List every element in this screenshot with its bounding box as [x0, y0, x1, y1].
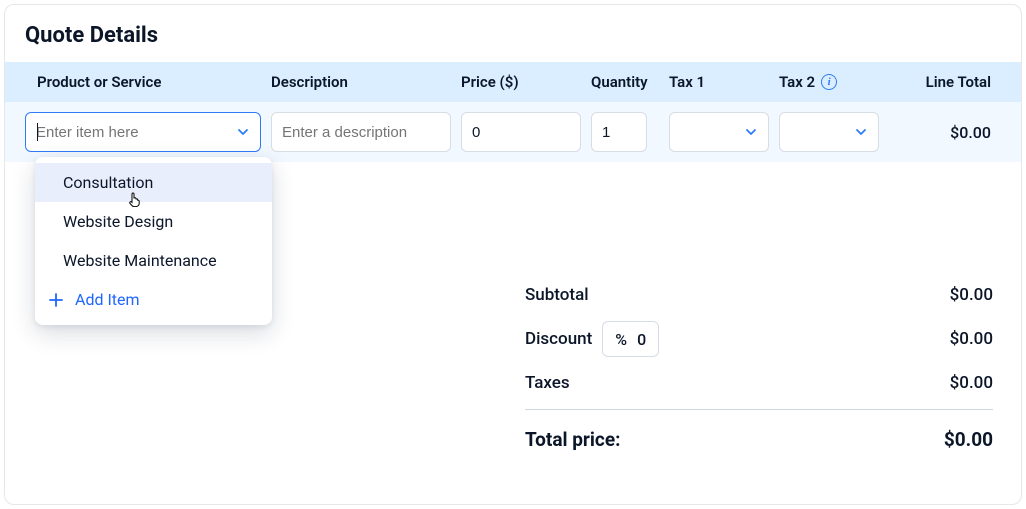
- quote-details-card: Quote Details Product or Service Descrip…: [4, 4, 1022, 505]
- col-header-price: Price ($): [461, 73, 591, 91]
- taxes-value: $0.00: [950, 373, 993, 393]
- pointer-cursor-icon: [127, 191, 143, 207]
- discount-row: Discount % 0 $0.00: [525, 321, 993, 357]
- quantity-input[interactable]: [602, 124, 636, 141]
- add-item-button[interactable]: Add Item: [35, 280, 272, 319]
- line-total-value: $0.00: [891, 123, 1001, 142]
- col-header-description: Description: [271, 73, 461, 91]
- product-select[interactable]: [25, 112, 261, 152]
- product-dropdown: Consultation Website Design Website Main…: [35, 157, 272, 325]
- table-header: Product or Service Description Price ($)…: [5, 62, 1021, 102]
- col-header-tax1: Tax 1: [669, 73, 779, 91]
- discount-input-box[interactable]: % 0: [602, 321, 659, 357]
- dropdown-option-consultation[interactable]: Consultation: [35, 163, 272, 202]
- info-icon[interactable]: i: [821, 74, 837, 90]
- tax1-select[interactable]: [669, 112, 769, 152]
- plus-icon: [47, 291, 65, 309]
- discount-label: Discount: [525, 329, 592, 349]
- chevron-down-icon: [236, 125, 250, 139]
- col-header-quantity: Quantity: [591, 73, 669, 91]
- price-input-box[interactable]: [461, 112, 581, 152]
- page-title: Quote Details: [5, 5, 1021, 62]
- total-value: $0.00: [944, 428, 993, 451]
- col-header-tax2-label: Tax 2: [779, 73, 815, 91]
- text-caret: [37, 123, 38, 141]
- tax2-select[interactable]: [779, 112, 879, 152]
- discount-symbol: %: [615, 330, 627, 349]
- summary-section: Subtotal $0.00 Discount % 0 $0.00 Taxes …: [525, 285, 993, 451]
- dropdown-option-website-maintenance[interactable]: Website Maintenance: [35, 241, 272, 280]
- table-row: $0.00: [5, 102, 1021, 162]
- description-input-box[interactable]: [271, 112, 451, 152]
- dropdown-option-website-design[interactable]: Website Design: [35, 202, 272, 241]
- product-input[interactable]: [36, 124, 236, 141]
- col-header-product: Product or Service: [25, 73, 271, 91]
- subtotal-row: Subtotal $0.00: [525, 285, 993, 305]
- subtotal-value: $0.00: [950, 285, 993, 305]
- price-input[interactable]: [472, 124, 570, 141]
- add-item-label: Add Item: [75, 290, 140, 309]
- subtotal-label: Subtotal: [525, 285, 589, 305]
- description-input[interactable]: [282, 124, 440, 141]
- discount-input-value: 0: [637, 330, 646, 349]
- summary-divider: [525, 409, 993, 410]
- chevron-down-icon: [744, 125, 758, 139]
- col-header-tax2: Tax 2 i: [779, 73, 891, 91]
- total-label: Total price:: [525, 428, 620, 451]
- discount-amount: $0.00: [950, 329, 993, 349]
- col-header-linetotal: Line Total: [891, 73, 1001, 91]
- taxes-label: Taxes: [525, 373, 570, 393]
- quantity-input-box[interactable]: [591, 112, 647, 152]
- total-row: Total price: $0.00: [525, 428, 993, 451]
- taxes-row: Taxes $0.00: [525, 373, 993, 393]
- chevron-down-icon: [854, 125, 868, 139]
